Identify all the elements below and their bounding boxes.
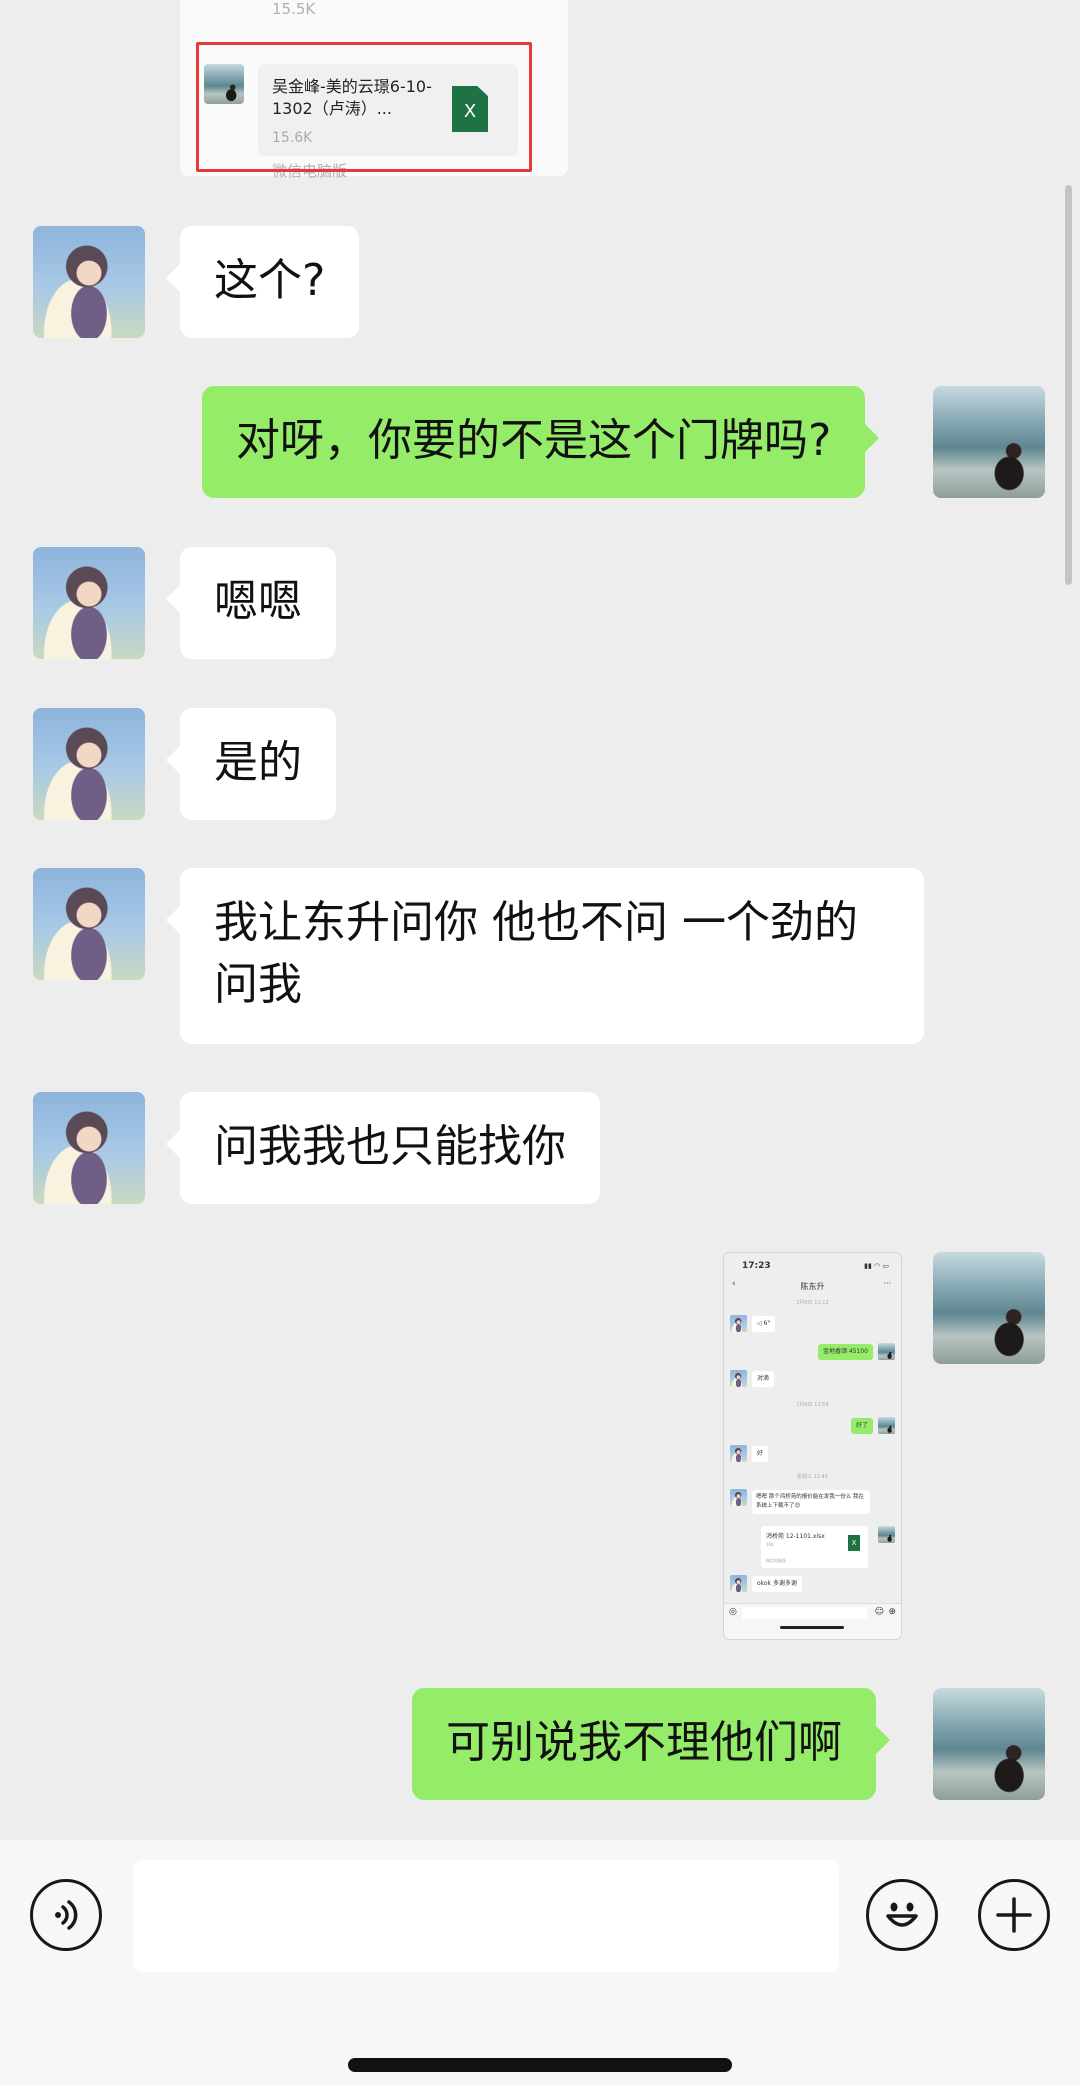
thumb-voice-icon: ◎ (729, 1607, 737, 1617)
message-bubble-incoming[interactable]: 我让东升问你 他也不问 一个劲的 问我 (166, 868, 924, 1044)
thumb-status-icons: ▮▮ ◠ ▭ (864, 1262, 889, 1270)
plus-button[interactable] (978, 1879, 1050, 1951)
thumb-avatar (730, 1315, 747, 1332)
home-indicator[interactable] (348, 2058, 732, 2072)
excel-file-icon: X (848, 1535, 860, 1551)
input-bar (0, 1840, 1080, 2085)
plus-icon (996, 1897, 1032, 1933)
thumb-avatar (730, 1445, 747, 1462)
thumb-avatar (878, 1526, 895, 1543)
thumb-input (742, 1607, 867, 1619)
thumb-message: 嗯嗯 那个鸿桥苑的报价能在发我一份么 我在系统上下载不了😊 (752, 1490, 870, 1514)
message-bubble-incoming[interactable]: 是的 (166, 708, 336, 820)
thumb-plus-icon: ⊕ (888, 1607, 896, 1617)
emoji-icon (886, 1902, 918, 1927)
message-bubble-incoming[interactable]: 问我我也只能找你 (166, 1092, 600, 1204)
thumb-avatar (730, 1370, 747, 1387)
message-bubble-outgoing[interactable]: 对呀，你要的不是这个门牌吗? (202, 386, 880, 498)
thumb-message: 对滴 (752, 1371, 775, 1387)
chat-area[interactable]: 15.5K 吴金峰-美的云璟6-10-1302（卢涛）... 15.6K X 微… (0, 0, 1080, 1840)
contact-avatar[interactable] (33, 226, 145, 338)
contact-avatar[interactable] (33, 708, 145, 820)
thumb-timestamp: 1月6日 11:12 (796, 1300, 829, 1306)
thumb-input-bar: ◎ ☺ ⊕ (724, 1603, 901, 1639)
thumb-timestamp: 星期三 11:41 (797, 1474, 828, 1480)
thumb-status-time: 17:23 (742, 1261, 771, 1271)
thumb-file-name: 鸿桥苑 12-1101.xlsx (766, 1533, 825, 1540)
thumb-file-message: 鸿桥苑 12-1101.xlsx 16K X 微信电脑版 (761, 1526, 868, 1568)
message-input[interactable] (133, 1860, 839, 1972)
my-avatar[interactable] (933, 386, 1045, 498)
message-bubble-outgoing[interactable]: 可别说我不理他们啊 (412, 1688, 890, 1800)
thumb-message: 好了 (850, 1418, 873, 1434)
thumb-message: ◁ 6" (752, 1316, 776, 1332)
thumb-nav-title: 陈东升 (800, 1282, 825, 1291)
thumb-file-size: 16K (766, 1542, 774, 1547)
contact-avatar[interactable] (33, 868, 145, 980)
thumb-message: 金地香颂 45100 (818, 1344, 873, 1360)
thumb-home-indicator (780, 1626, 844, 1629)
thumb-more-icon: ··· (883, 1279, 891, 1288)
highlight-annotation-box (196, 42, 532, 172)
my-avatar[interactable] (933, 1688, 1045, 1800)
thumb-emoji-icon: ☺ (874, 1607, 884, 1617)
thumb-avatar (730, 1575, 747, 1592)
emoji-button[interactable] (866, 1879, 938, 1951)
file-meta-top: 15.5K (272, 0, 316, 18)
thumb-message: 好 (752, 1446, 769, 1462)
screenshot-image-message[interactable]: 17:23 ▮▮ ◠ ▭ ‹ 陈东升 ··· 1月6日 11:12 ◁ 6" 金… (723, 1252, 902, 1640)
thumb-avatar (878, 1417, 895, 1434)
my-avatar[interactable] (933, 1252, 1045, 1364)
thumb-message: okok 多谢多谢 (752, 1576, 802, 1592)
scrollbar[interactable] (1065, 185, 1072, 585)
message-bubble-incoming[interactable]: 这个? (165, 226, 360, 338)
thumb-file-source: 微信电脑版 (766, 1558, 786, 1563)
thumb-avatar (878, 1343, 895, 1360)
contact-avatar[interactable] (33, 547, 145, 659)
message-bubble-incoming[interactable]: 嗯嗯 (166, 547, 336, 659)
thumb-avatar (730, 1489, 747, 1506)
voice-icon (55, 1900, 78, 1930)
contact-avatar[interactable] (33, 1092, 145, 1204)
thumb-timestamp: 1月6日 11:58 (796, 1402, 829, 1408)
voice-button[interactable] (30, 1879, 102, 1951)
